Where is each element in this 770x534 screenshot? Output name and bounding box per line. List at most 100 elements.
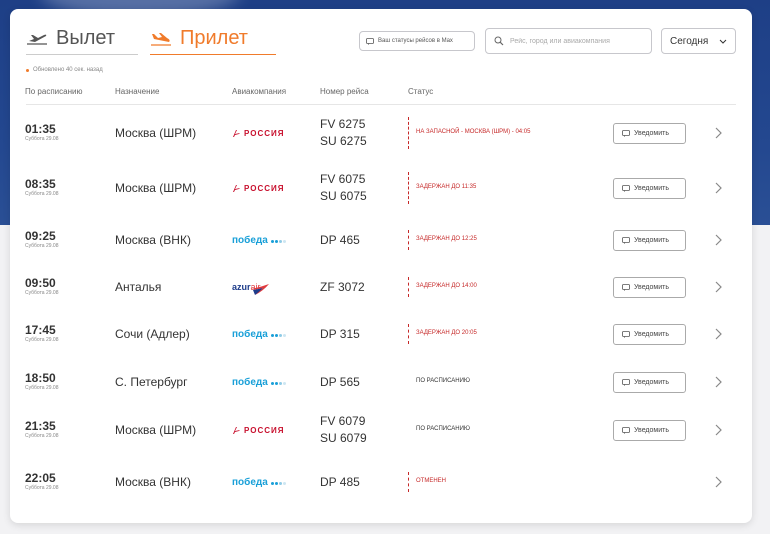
- message-icon: [622, 185, 630, 192]
- flight-time: 09:50: [25, 276, 56, 290]
- flight-destination: Москва (ШРМ): [115, 181, 197, 195]
- message-icon: [622, 331, 630, 338]
- flight-number: SU 6075: [320, 189, 367, 203]
- notify-label: Уведомить: [634, 427, 669, 434]
- search-box[interactable]: [485, 28, 652, 54]
- column-status: Статус: [408, 87, 434, 96]
- message-icon: [622, 237, 630, 244]
- pobeda-logo: победа: [232, 477, 286, 488]
- flight-row[interactable]: 09:50 Суббота 29.08 Анталья azur air ZF 3…: [10, 263, 752, 311]
- flight-date: Суббота 29.08: [25, 433, 59, 439]
- chevron-right-icon[interactable]: [715, 182, 722, 194]
- flight-time: 17:45: [25, 323, 56, 337]
- pobeda-logo-text: победа: [232, 328, 268, 340]
- aeroflot-wing-icon: [233, 426, 240, 434]
- flight-row[interactable]: 09:25 Суббота 29.08 Москва (ВНК) победа …: [10, 216, 752, 264]
- column-destination: Назначение: [115, 87, 160, 96]
- chevron-right-icon[interactable]: [715, 376, 722, 388]
- chevron-right-icon[interactable]: [715, 476, 722, 488]
- tab-arrival[interactable]: Прилет: [150, 23, 276, 55]
- flight-row[interactable]: 08:35 Суббота 29.08 Москва (ШРМ) РОССИЯ …: [10, 164, 752, 212]
- notify-button[interactable]: Уведомить: [613, 123, 686, 144]
- aeroflot-logo-text: РОССИЯ: [244, 128, 285, 138]
- flight-numbers: DP 465: [320, 232, 360, 249]
- column-flight: Номер рейса: [320, 87, 369, 96]
- flight-destination: Сочи (Адлер): [115, 327, 190, 341]
- airline-cell: победа: [232, 475, 286, 489]
- aeroflot-logo: РОССИЯ: [232, 129, 285, 138]
- flight-destination: Москва (ШРМ): [115, 423, 197, 437]
- live-dot-icon: [26, 68, 29, 72]
- flight-number: SU 6275: [320, 134, 367, 148]
- message-icon: [622, 130, 630, 137]
- header-divider: [26, 104, 736, 105]
- azur-swoosh-icon: [250, 284, 269, 295]
- chevron-right-icon[interactable]: [715, 127, 722, 139]
- flight-numbers: FV 6275 SU 6275: [320, 116, 367, 150]
- aeroflot-wing-icon: [233, 184, 240, 192]
- pobeda-logo-text: победа: [232, 476, 268, 488]
- flight-number: DP 485: [320, 475, 360, 489]
- message-icon: [622, 284, 630, 291]
- status-marker: [408, 324, 409, 344]
- flight-row[interactable]: 01:35 Суббота 29.08 Москва (ШРМ) РОССИЯ …: [10, 109, 752, 157]
- pobeda-logo: победа: [232, 377, 286, 388]
- update-timestamp: Обновлено 40 сек. назад: [26, 67, 103, 73]
- pobeda-logo: победа: [232, 235, 286, 246]
- notify-button[interactable]: Уведомить: [613, 324, 686, 345]
- flight-row[interactable]: 17:45 Суббота 29.08 Сочи (Адлер) победа …: [10, 310, 752, 358]
- status-marker: [408, 277, 409, 297]
- flight-destination: Москва (ВНК): [115, 475, 191, 489]
- airline-cell: победа: [232, 327, 286, 341]
- status-subscribe-label: Ваш статусы рейсов в Max: [378, 38, 453, 44]
- flight-row[interactable]: 22:05 Суббота 29.08 Москва (ВНК) победа …: [10, 458, 752, 506]
- notify-button[interactable]: Уведомить: [613, 420, 686, 441]
- airline-cell: РОССИЯ: [232, 181, 285, 195]
- flight-row[interactable]: 21:35 Суббота 29.08 Москва (ШРМ) РОССИЯ …: [10, 406, 752, 454]
- notify-button[interactable]: Уведомить: [613, 372, 686, 393]
- pobeda-dots-icon: [270, 329, 286, 340]
- tab-departure[interactable]: Вылет: [26, 23, 138, 55]
- airline-cell: azur air: [232, 277, 271, 297]
- chevron-right-icon[interactable]: [715, 234, 722, 246]
- flight-numbers: DP 565: [320, 374, 360, 391]
- flight-status: НА ЗАПАСНОЙ - МОСКВА (ШРМ) - 04:05: [416, 129, 531, 135]
- chevron-right-icon[interactable]: [715, 281, 722, 293]
- chevron-right-icon[interactable]: [715, 424, 722, 436]
- notify-label: Уведомить: [634, 379, 669, 386]
- azur-air-logo: azur air: [232, 277, 271, 297]
- flight-numbers: FV 6079 SU 6079: [320, 413, 367, 447]
- search-input[interactable]: [510, 37, 650, 45]
- flight-number: ZF 3072: [320, 280, 365, 294]
- pobeda-dots-icon: [270, 235, 286, 246]
- flight-row[interactable]: 18:50 Суббота 29.08 С. Петербург победа …: [10, 358, 752, 406]
- column-scheduled: По расписанию: [25, 87, 83, 96]
- notify-button[interactable]: Уведомить: [613, 230, 686, 251]
- flight-date: Суббота 29.08: [25, 136, 59, 142]
- update-text: Обновлено 40 сек. назад: [33, 67, 103, 73]
- notify-button[interactable]: Уведомить: [613, 178, 686, 199]
- status-marker: [408, 117, 409, 149]
- chevron-right-icon[interactable]: [715, 328, 722, 340]
- flight-destination: Анталья: [115, 280, 162, 294]
- flight-number: DP 565: [320, 375, 360, 389]
- notify-label: Уведомить: [634, 237, 669, 244]
- status-subscribe-button[interactable]: Ваш статусы рейсов в Max: [359, 31, 475, 51]
- flight-time: 08:35: [25, 177, 56, 191]
- notify-label: Уведомить: [634, 130, 669, 137]
- status-marker: [408, 172, 409, 204]
- plane-landing-icon: [151, 32, 171, 46]
- chevron-down-icon: [719, 39, 727, 44]
- notify-label: Уведомить: [634, 185, 669, 192]
- flight-date: Суббота 29.08: [25, 337, 59, 343]
- date-select[interactable]: Сегодня: [661, 28, 736, 54]
- flight-date: Суббота 29.08: [25, 191, 59, 197]
- flight-destination: Москва (ШРМ): [115, 126, 197, 140]
- notify-button[interactable]: Уведомить: [613, 277, 686, 298]
- flight-number: FV 6079: [320, 414, 366, 428]
- flight-status: ОТМЕНЕН: [416, 478, 446, 484]
- flight-time: 09:25: [25, 229, 56, 243]
- notify-label: Уведомить: [634, 284, 669, 291]
- flight-date: Суббота 29.08: [25, 290, 59, 296]
- flight-date: Суббота 29.08: [25, 385, 59, 391]
